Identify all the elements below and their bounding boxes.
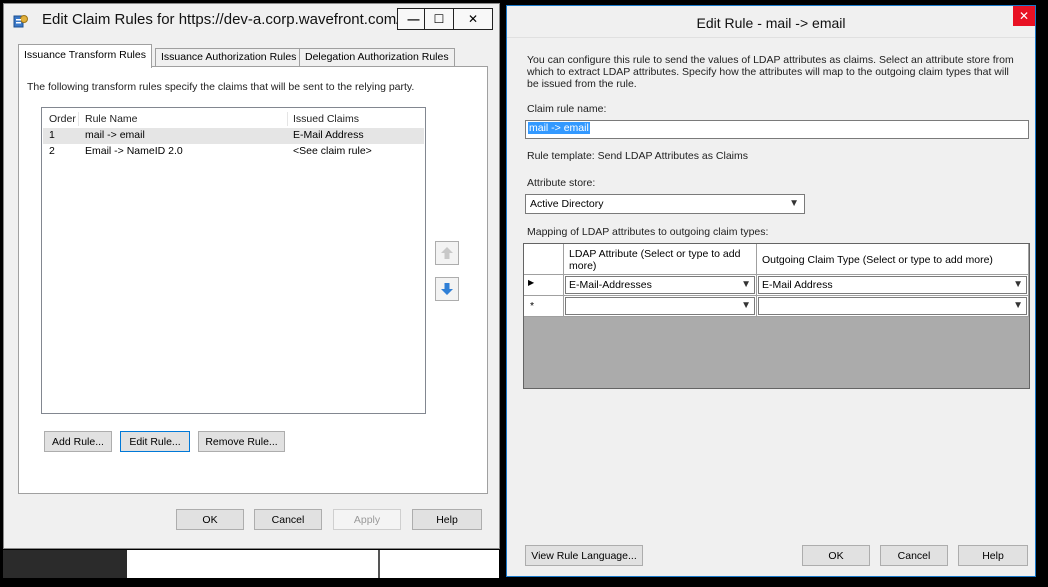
tab-delegation-authorization-rules[interactable]: Delegation Authorization Rules [299, 48, 455, 67]
grid-cell-ldap[interactable]: ▼ [564, 296, 757, 317]
background-window-fragment [127, 550, 499, 578]
table-row[interactable]: 1 mail -> email E-Mail Address [43, 128, 424, 144]
apply-button[interactable]: Apply [333, 509, 401, 530]
chevron-down-icon: ▼ [789, 198, 799, 209]
grid-cell-ldap[interactable]: E-Mail-Addresses ▼ [564, 275, 757, 296]
edit-claim-rules-window: Edit Claim Rules for https://dev-a.corp.… [3, 3, 500, 549]
close-button[interactable]: ✕ [453, 8, 493, 30]
header-ldap-text: LDAP Attribute (Select or type to add mo… [569, 248, 741, 272]
chevron-down-icon: ▼ [741, 300, 751, 311]
arrow-down-icon [441, 283, 453, 295]
arrow-up-icon [441, 247, 453, 259]
claim-rule-name-label: Claim rule name: [527, 103, 607, 115]
help-button[interactable]: Help [958, 545, 1028, 566]
attribute-store-select[interactable]: Active Directory ▼ [525, 194, 805, 214]
claim-rule-name-value: mail -> email [528, 122, 590, 134]
ok-button[interactable]: OK [176, 509, 244, 530]
cancel-button[interactable]: Cancel [880, 545, 948, 566]
ldap-attribute-select[interactable]: ▼ [565, 297, 755, 315]
maximize-icon: ☐ [433, 12, 445, 26]
background-window-fragment [3, 550, 127, 578]
new-row-icon: * [530, 300, 535, 312]
maximize-button[interactable]: ☐ [424, 8, 454, 30]
grid-header-outgoing[interactable]: Outgoing Claim Type (Select or type to a… [757, 244, 1029, 275]
outgoing-claim-type-value: E-Mail Address [762, 279, 833, 291]
tab-panel: The following transform rules specify th… [18, 66, 488, 494]
window-title: Edit Claim Rules for https://dev-a.corp.… [42, 11, 401, 28]
claims-app-icon [13, 13, 29, 29]
chevron-down-icon: ▼ [1013, 279, 1023, 290]
cancel-button[interactable]: Cancel [254, 509, 322, 530]
rules-description: The following transform rules specify th… [27, 81, 415, 93]
outgoing-claim-type-select[interactable]: ▼ [758, 297, 1027, 315]
move-up-button[interactable] [435, 241, 459, 265]
row-selector[interactable]: * [524, 296, 564, 317]
ldap-attribute-select[interactable]: E-Mail-Addresses ▼ [565, 276, 755, 294]
row-order: 1 [49, 129, 55, 141]
row-issued-claims: <See claim rule> [293, 145, 372, 157]
header-outgoing-text: Outgoing Claim Type (Select or type to a… [762, 254, 993, 266]
background-divider [378, 550, 380, 578]
attribute-store-label: Attribute store: [527, 177, 596, 189]
add-rule-button[interactable]: Add Rule... [44, 431, 112, 452]
mapping-grid[interactable]: LDAP Attribute (Select or type to add mo… [523, 243, 1030, 389]
minimize-icon: — [407, 12, 420, 26]
rule-description: You can configure this rule to send the … [527, 54, 1014, 90]
ok-button[interactable]: OK [802, 545, 870, 566]
outgoing-claim-type-select[interactable]: E-Mail Address ▼ [758, 276, 1027, 294]
row-rule-name: mail -> email [85, 129, 145, 141]
chevron-down-icon: ▼ [1013, 300, 1023, 311]
title-bar[interactable]: Edit Rule - mail -> email ✕ [507, 6, 1035, 38]
table-row[interactable]: 2 Email -> NameID 2.0 <See claim rule> [43, 144, 424, 160]
close-icon: ✕ [1018, 9, 1030, 23]
claim-rule-name-input[interactable]: mail -> email [525, 120, 1029, 139]
help-button[interactable]: Help [412, 509, 482, 530]
grid-corner [524, 244, 564, 275]
grid-cell-outgoing[interactable]: E-Mail Address ▼ [757, 275, 1029, 296]
attribute-store-value: Active Directory [530, 198, 604, 210]
title-bar[interactable]: Edit Claim Rules for https://dev-a.corp.… [4, 4, 499, 36]
tab-issuance-transform-rules[interactable]: Issuance Transform Rules [18, 44, 152, 68]
close-icon: ✕ [467, 12, 479, 26]
chevron-down-icon: ▼ [741, 279, 751, 290]
view-rule-language-button[interactable]: View Rule Language... [525, 545, 643, 566]
row-selector[interactable]: ▶ [524, 275, 564, 296]
column-header-issued-claims[interactable]: Issued Claims [293, 113, 359, 128]
rules-list[interactable]: Order Rule Name Issued Claims 1 mail -> … [41, 107, 426, 414]
column-divider [287, 112, 288, 126]
row-issued-claims: E-Mail Address [293, 129, 364, 141]
row-rule-name: Email -> NameID 2.0 [85, 145, 183, 157]
remove-rule-button[interactable]: Remove Rule... [198, 431, 285, 452]
close-button[interactable]: ✕ [1013, 6, 1035, 26]
ldap-attribute-value: E-Mail-Addresses [569, 279, 652, 291]
grid-header-ldap[interactable]: LDAP Attribute (Select or type to add mo… [564, 244, 757, 275]
grid-cell-outgoing[interactable]: ▼ [757, 296, 1029, 317]
edit-rule-button[interactable]: Edit Rule... [120, 431, 190, 452]
column-divider [78, 112, 79, 126]
window-title: Edit Rule - mail -> email [696, 15, 846, 31]
tab-issuance-authorization-rules[interactable]: Issuance Authorization Rules [155, 48, 303, 67]
rule-template-text: Rule template: Send LDAP Attributes as C… [527, 150, 748, 162]
column-header-order[interactable]: Order [49, 113, 76, 128]
move-down-button[interactable] [435, 277, 459, 301]
current-row-icon: ▶ [528, 278, 535, 287]
row-order: 2 [49, 145, 55, 157]
edit-rule-window: Edit Rule - mail -> email ✕ You can conf… [506, 5, 1036, 577]
column-header-rule-name[interactable]: Rule Name [85, 113, 138, 128]
mapping-label: Mapping of LDAP attributes to outgoing c… [527, 226, 769, 238]
